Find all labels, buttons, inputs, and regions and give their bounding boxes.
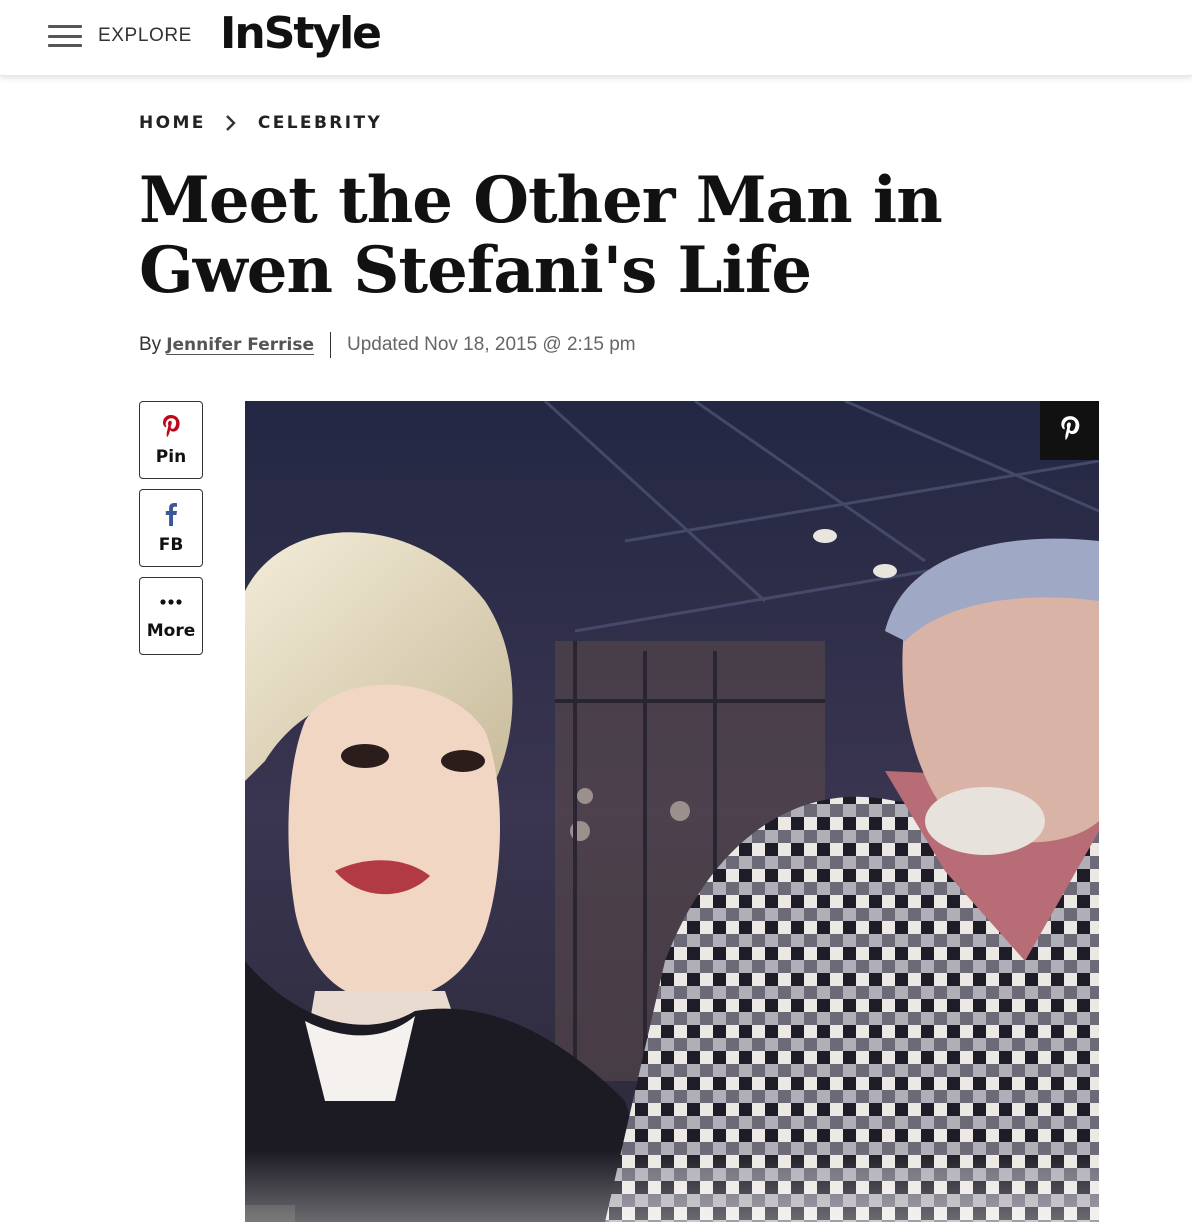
pinterest-icon [161, 414, 181, 443]
share-buttons: Pin FB More [139, 401, 203, 665]
updated-date: Updated Nov 18, 2015 @ 2:15 pm [347, 334, 636, 355]
breadcrumb-home[interactable]: HOME [139, 113, 206, 133]
article-hero-image[interactable] [245, 401, 1099, 1222]
facebook-share-button[interactable]: FB [139, 489, 203, 567]
explore-menu-button[interactable]: EXPLORE [48, 18, 192, 54]
more-label: More [146, 620, 196, 641]
byline-divider [330, 332, 331, 358]
site-header: EXPLORE InStyle [0, 0, 1192, 76]
pin-label: Pin [155, 446, 187, 467]
chevron-right-icon [220, 112, 242, 134]
fb-label: FB [158, 534, 184, 555]
article-title: Meet the Other Man in Gwen Stefani's Lif… [139, 163, 943, 308]
pin-share-button[interactable]: Pin [139, 401, 203, 479]
explore-label[interactable]: EXPLORE [98, 25, 192, 47]
instyle-logo[interactable]: InStyle [220, 6, 382, 62]
facebook-icon [164, 502, 178, 531]
pinterest-icon [1059, 415, 1081, 446]
image-pin-button[interactable] [1040, 401, 1099, 460]
author-link[interactable]: Jennifer Ferrise [166, 335, 314, 355]
more-dots-icon [158, 592, 184, 617]
byline: By Jennifer Ferrise Updated Nov 18, 2015… [139, 332, 636, 358]
breadcrumb-celebrity[interactable]: CELEBRITY [258, 113, 382, 133]
byline-prefix: By [139, 334, 162, 355]
breadcrumb: HOME CELEBRITY [139, 112, 382, 134]
more-share-button[interactable]: More [139, 577, 203, 655]
hero-photo-illustration [245, 401, 1099, 1222]
menu-icon[interactable] [48, 25, 82, 47]
image-credit-tab[interactable] [245, 1205, 295, 1222]
